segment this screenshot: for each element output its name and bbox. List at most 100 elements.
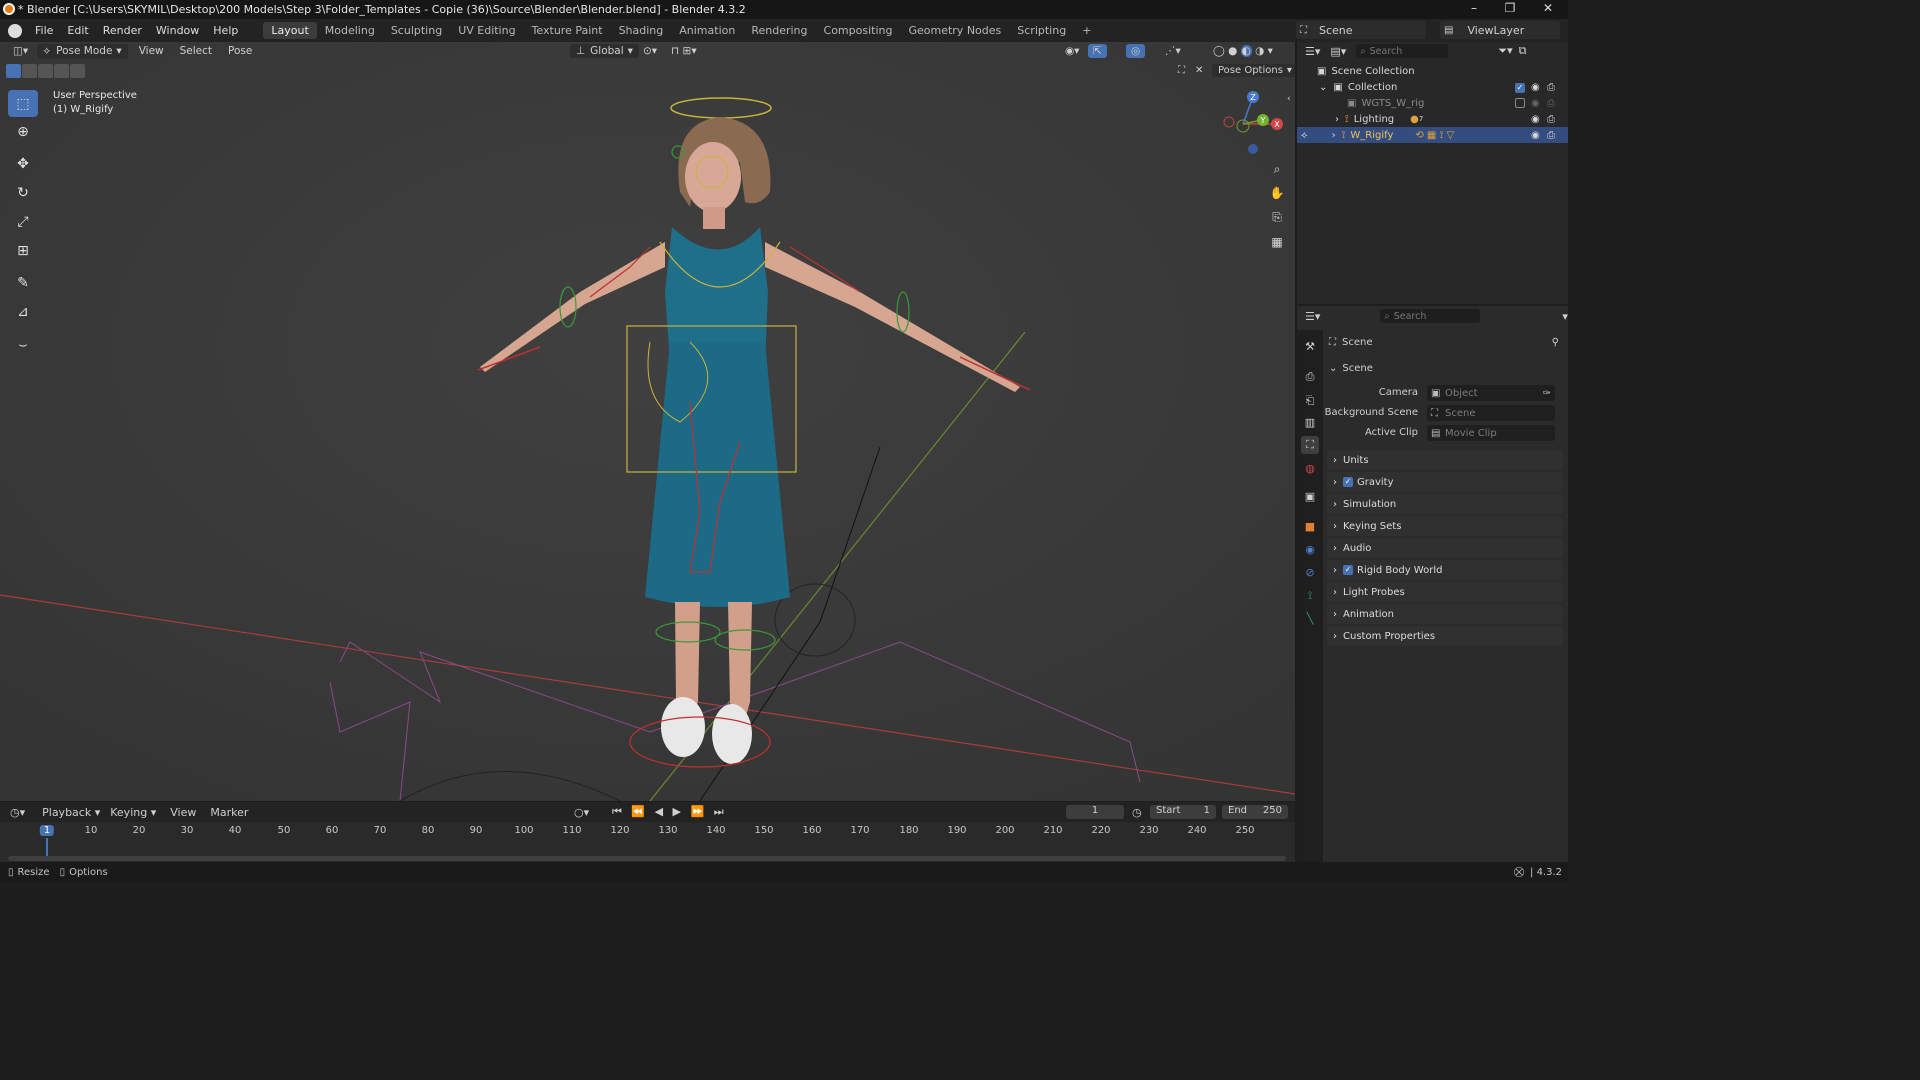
tool-tab-icon[interactable]: ⚒ — [1301, 338, 1319, 356]
timeline-scrollbar[interactable] — [8, 856, 1286, 861]
view-layer-selector[interactable]: ▤ ViewLayer — [1440, 21, 1560, 39]
eye-icon[interactable]: ◉ — [1531, 114, 1540, 125]
panel-simulation[interactable]: › Simulation — [1327, 494, 1563, 514]
move-tool[interactable]: ✥ — [8, 150, 38, 177]
shading-modes[interactable]: ◯ ● ◐ ◑ ▾ — [1208, 44, 1278, 58]
measure-tool[interactable]: ⊿ — [8, 298, 38, 325]
snap-icon[interactable]: ⊓ ⊞▾ — [666, 44, 702, 58]
data-tab-icon[interactable]: ⟟ — [1301, 587, 1319, 605]
menu-pose[interactable]: Pose — [223, 44, 257, 58]
menu-window[interactable]: Window — [149, 24, 206, 37]
menu-render[interactable]: Render — [96, 24, 149, 37]
visibility-icon[interactable]: ◉▾ — [1060, 44, 1084, 58]
outliner-search-field[interactable]: ⌕ Search — [1356, 44, 1449, 58]
maximize-button[interactable]: ❐ — [1492, 0, 1528, 19]
camera-view-icon[interactable]: ⎘ — [1266, 206, 1288, 228]
bone-tab-icon[interactable]: ╲ — [1301, 610, 1319, 628]
camera-field[interactable]: ▣ Object ✑ — [1427, 385, 1555, 401]
camera-icon[interactable]: ⎙ — [1547, 98, 1555, 109]
outliner-row-collection[interactable]: ⌄ ▣ Collection ✓ ◉ ⎙ — [1297, 79, 1568, 95]
outliner-row-wgts[interactable]: ▣ WGTS_W_rig ◉ ⎙ — [1297, 95, 1568, 111]
camera-icon[interactable]: ⎙ — [1547, 114, 1555, 125]
background-scene-field[interactable]: ⛶ Scene — [1427, 405, 1555, 421]
menu-file[interactable]: File — [28, 24, 60, 37]
checkbox-icon[interactable] — [1515, 98, 1525, 108]
ortho-grid-icon[interactable]: ▦ — [1266, 231, 1288, 253]
eye-icon[interactable]: ◉ — [1531, 98, 1540, 109]
camera-icon[interactable]: ⎙ — [1547, 82, 1555, 93]
close-button[interactable]: ✕ — [1530, 0, 1566, 19]
transform-tool[interactable]: ⊞ — [8, 237, 38, 264]
pan-hand-icon[interactable]: ✋ — [1266, 182, 1288, 204]
pin-icon[interactable]: ⚲ — [1552, 337, 1559, 348]
panel-keying-sets[interactable]: › Keying Sets — [1327, 516, 1563, 536]
3d-viewport[interactable]: Z X Y ◫▾ ⟡ Pose Mode ▾ View Select Pose … — [0, 42, 1295, 801]
blender-menu-icon[interactable] — [8, 23, 22, 38]
pivot-icon[interactable]: ⊙▾ — [638, 44, 662, 58]
eye-icon[interactable]: ◉ — [1531, 130, 1540, 141]
tab-shading[interactable]: Shading — [611, 22, 672, 39]
filter-icon[interactable]: ⏷▾ — [1498, 44, 1512, 58]
menu-edit[interactable]: Edit — [60, 24, 95, 37]
world-tab-icon[interactable]: ◍ — [1301, 460, 1319, 478]
scene-section-header[interactable]: ⌄ Scene — [1329, 360, 1559, 376]
panel-audio[interactable]: › Audio — [1327, 538, 1563, 558]
collection-tab-icon[interactable]: ▣ — [1301, 488, 1319, 506]
select-mode-buttons[interactable] — [6, 64, 86, 80]
panel-animation[interactable]: › Animation — [1327, 604, 1563, 624]
zoom-icon[interactable]: ⌕ — [1266, 158, 1288, 180]
camera-icon[interactable]: ⎙ — [1547, 130, 1555, 141]
chevron-down-icon[interactable]: ▾ — [1562, 310, 1568, 323]
rigid-body-world-checkbox[interactable]: ✓ — [1343, 565, 1353, 575]
transform-orientation-selector[interactable]: ⊥ Global ▾ — [570, 44, 639, 58]
gravity-checkbox[interactable]: ✓ — [1343, 477, 1353, 487]
rotate-tool[interactable]: ↻ — [8, 179, 38, 206]
xray-icon[interactable]: ⋰▾ — [1160, 44, 1186, 58]
panel-rigid-body-world[interactable]: › ✓ Rigid Body World — [1327, 560, 1563, 580]
tab-modeling[interactable]: Modeling — [317, 22, 383, 39]
relax-pose-tool[interactable]: ⌣ — [8, 331, 38, 358]
tab-compositing[interactable]: Compositing — [816, 22, 901, 39]
menu-view[interactable]: View — [134, 44, 169, 58]
scene-tab-icon[interactable]: ⛶ — [1301, 436, 1319, 454]
annotate-tool[interactable]: ✎ — [8, 269, 38, 296]
tab-geometry-nodes[interactable]: Geometry Nodes — [900, 22, 1009, 39]
select-subtract-icon[interactable] — [38, 64, 53, 78]
panel-light-probes[interactable]: › Light Probes — [1327, 582, 1563, 602]
outliner-row-lighting[interactable]: › ⟟ Lighting ● 7 ◉ ⎙ — [1297, 111, 1568, 127]
gizmo-toggle-icon[interactable]: ⇱ — [1088, 44, 1107, 58]
select-box-tool[interactable]: ⬚ — [8, 90, 38, 117]
display-mode-icon[interactable]: ▤▾ — [1330, 45, 1346, 58]
eyedropper-icon[interactable]: ✑ — [1543, 388, 1551, 399]
collapse-sidebar-icon[interactable]: ‹ — [1287, 94, 1291, 104]
outliner-row-w-rigify[interactable]: ⟡ › ⟟ W_Rigify ⟲ ▦ ⟟ ▽ ◉ ⎙ — [1297, 127, 1568, 143]
panel-gravity[interactable]: › ✓ Gravity — [1327, 472, 1563, 492]
properties-editor-icon[interactable]: ☰▾ — [1305, 310, 1320, 323]
tab-rendering[interactable]: Rendering — [743, 22, 815, 39]
tab-uv-editing[interactable]: UV Editing — [450, 22, 523, 39]
overlays-icon[interactable]: ◎ — [1126, 44, 1146, 58]
panel-units[interactable]: › Units — [1327, 450, 1563, 470]
mirror-x-icon[interactable]: ✕ — [1195, 65, 1203, 76]
menu-help[interactable]: Help — [206, 24, 245, 37]
cursor-tool[interactable]: ⊕ — [8, 118, 38, 145]
chevron-right-icon[interactable]: › — [1332, 130, 1336, 141]
tab-scripting[interactable]: Scripting — [1009, 22, 1074, 39]
eye-icon[interactable]: ◉ — [1531, 82, 1540, 93]
mode-selector[interactable]: ⟡ Pose Mode ▾ — [37, 43, 128, 59]
tab-sculpting[interactable]: Sculpting — [383, 22, 450, 39]
add-workspace-button[interactable]: + — [1074, 22, 1099, 39]
constraints-tab-icon[interactable]: ⊘ — [1301, 564, 1319, 582]
tab-animation[interactable]: Animation — [671, 22, 743, 39]
select-new-icon[interactable] — [6, 64, 21, 78]
select-extend-icon[interactable] — [22, 64, 37, 78]
select-intersect-icon[interactable] — [70, 64, 85, 78]
tab-texture-paint[interactable]: Texture Paint — [524, 22, 611, 39]
chevron-right-icon[interactable]: › — [1335, 114, 1339, 125]
select-invert-icon[interactable] — [54, 64, 69, 78]
outliner-row-scene-collection[interactable]: ▣ Scene Collection — [1297, 63, 1568, 79]
panel-custom-properties[interactable]: › Custom Properties — [1327, 626, 1563, 646]
chevron-down-icon[interactable]: ⌄ — [1319, 82, 1327, 93]
render-tab-icon[interactable]: ⎙ — [1301, 368, 1319, 386]
menu-select[interactable]: Select — [175, 44, 217, 58]
